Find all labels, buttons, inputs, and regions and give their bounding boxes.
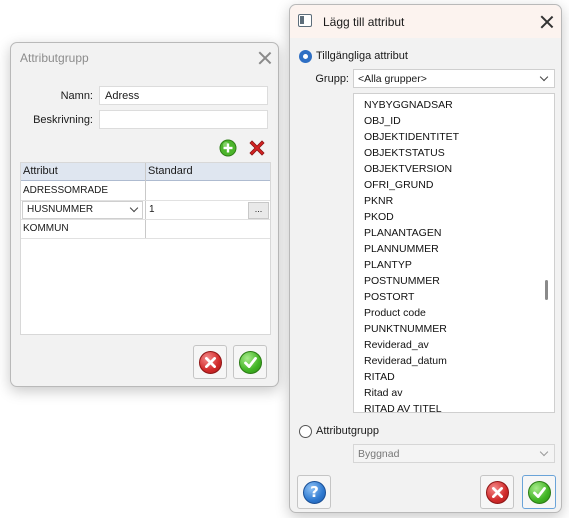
name-label: Namn: <box>60 90 93 102</box>
ok-button[interactable] <box>522 475 556 509</box>
browse-button[interactable]: ... <box>248 202 269 219</box>
cell-attribut[interactable]: KOMMUN <box>21 220 145 239</box>
ok-button[interactable] <box>233 345 267 379</box>
cancel-button[interactable] <box>480 475 514 509</box>
description-label: Beskrivning: <box>33 114 93 126</box>
list-item[interactable]: POSTNUMMER <box>364 275 440 287</box>
column-header-standard[interactable]: Standard <box>146 163 270 181</box>
add-icon <box>219 139 237 157</box>
list-item[interactable]: Reviderad_datum <box>364 355 447 367</box>
list-item[interactable]: OBJEKTIDENTITET <box>364 131 459 143</box>
delete-attribute-button[interactable] <box>247 138 267 158</box>
chevron-down-icon <box>539 447 549 457</box>
attribute-group-dropdown-value: Byggnad <box>358 448 400 460</box>
ok-icon <box>528 481 551 504</box>
cell-standard[interactable] <box>147 220 269 239</box>
list-item[interactable]: POSTORT <box>364 291 414 303</box>
list-item[interactable]: PLANANTAGEN <box>364 227 441 239</box>
attribute-group-label: Attributgrupp <box>316 425 379 437</box>
list-item[interactable]: RITAD AV TITEL <box>364 403 442 412</box>
available-attributes-radio[interactable] <box>299 50 312 63</box>
available-attributes-label: Tillgängliga attribut <box>316 50 408 62</box>
list-item[interactable]: PUNKTNUMMER <box>364 323 447 335</box>
attribute-dropdown-value: HUSNUMMER <box>27 204 94 215</box>
scrollbar-thumb[interactable] <box>545 280 548 300</box>
list-item[interactable]: PLANTYP <box>364 259 412 271</box>
chevron-down-icon <box>539 72 549 82</box>
cell-attribut[interactable]: ADRESSOMRADE <box>21 182 145 201</box>
add-attribute-button[interactable] <box>218 138 238 158</box>
close-icon[interactable] <box>258 51 272 65</box>
add-attribute-dialog: Lägg till attribut Tillgängliga attribut… <box>289 4 562 513</box>
ok-icon <box>239 351 262 374</box>
name-field[interactable] <box>99 86 268 105</box>
list-item[interactable]: PKOD <box>364 211 394 223</box>
list-item[interactable]: RITAD <box>364 371 395 383</box>
attribute-table: Attribut Standard ADRESSOMRADE HUSNUMMER… <box>20 162 271 335</box>
group-dropdown[interactable]: <Alla grupper> <box>353 69 555 88</box>
list-item[interactable]: NYBYGGNADSAR <box>364 99 453 111</box>
title-bar[interactable]: Lägg till attribut <box>290 5 561 38</box>
table-row[interactable]: HUSNUMMER 1 ... <box>21 201 270 220</box>
title-bar[interactable]: Attributgrupp <box>11 43 278 73</box>
help-button[interactable]: ? <box>297 475 331 509</box>
attribute-group-dropdown[interactable]: Byggnad <box>353 444 555 463</box>
cancel-icon <box>486 481 509 504</box>
cancel-icon <box>199 351 222 374</box>
window-icon <box>298 14 312 27</box>
list-item[interactable]: OBJEKTVERSION <box>364 163 452 175</box>
description-field[interactable] <box>99 110 268 129</box>
list-item[interactable]: PKNR <box>364 195 393 207</box>
list-item[interactable]: OBJEKTSTATUS <box>364 147 445 159</box>
cancel-button[interactable] <box>193 345 227 379</box>
dialog-title: Lägg till attribut <box>323 15 405 29</box>
attribute-group-radio[interactable] <box>299 425 312 438</box>
help-icon: ? <box>303 481 326 504</box>
list-item[interactable]: OFRI_GRUND <box>364 179 433 191</box>
attribute-group-dialog: Attributgrupp Namn: Beskrivning: Attribu… <box>10 42 279 387</box>
group-dropdown-value: <Alla grupper> <box>358 73 427 85</box>
attribute-dropdown[interactable]: HUSNUMMER <box>22 201 143 219</box>
cell-standard[interactable]: 1 <box>147 201 242 220</box>
dialog-title: Attributgrupp <box>20 51 89 65</box>
table-row[interactable]: ADRESSOMRADE <box>21 182 270 201</box>
chevron-down-icon <box>129 203 139 213</box>
list-item[interactable]: PLANNUMMER <box>364 243 439 255</box>
group-label: Grupp: <box>315 73 349 85</box>
column-header-attribut[interactable]: Attribut <box>21 163 145 181</box>
attribute-list[interactable]: NYBYGGNADSAR OBJ_ID OBJEKTIDENTITET OBJEKTS… <box>353 93 555 413</box>
cell-standard[interactable] <box>147 182 269 201</box>
list-item[interactable]: Reviderad_av <box>364 339 429 351</box>
close-icon[interactable] <box>540 15 554 29</box>
list-item[interactable]: Ritad av <box>364 387 403 399</box>
list-item[interactable]: OBJ_ID <box>364 115 401 127</box>
list-item[interactable]: Product code <box>364 307 426 319</box>
table-row[interactable]: KOMMUN <box>21 220 270 239</box>
delete-icon <box>249 140 265 156</box>
